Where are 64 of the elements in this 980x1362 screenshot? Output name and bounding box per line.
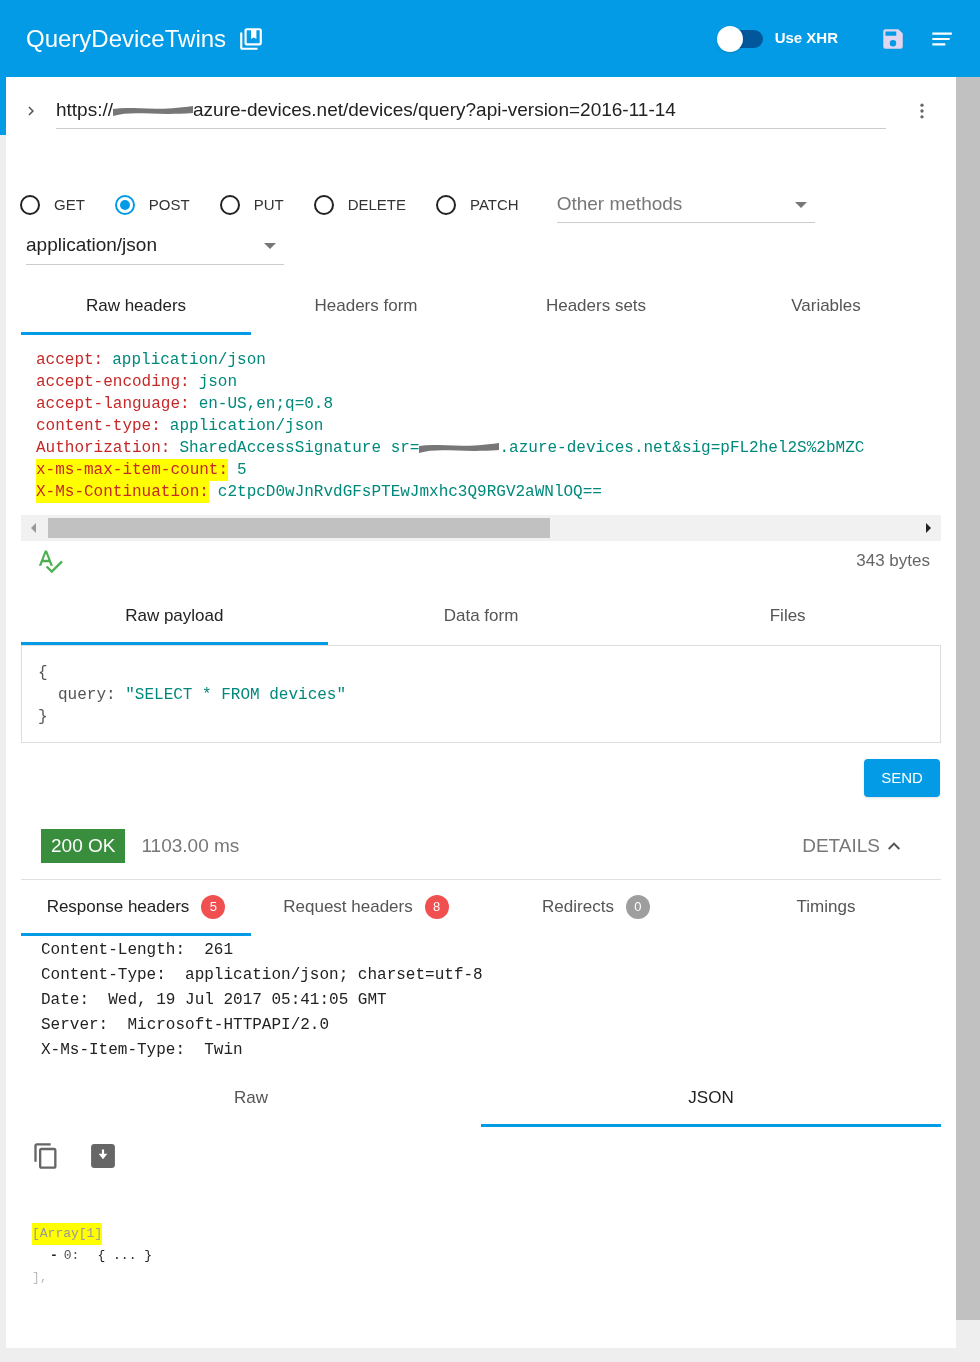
header-name: Authorization: (36, 438, 171, 459)
header-value: application/json (169, 416, 324, 437)
tab[interactable]: Raw (21, 1071, 481, 1127)
tab[interactable]: Raw payload (21, 589, 328, 645)
array-close: ], (32, 1269, 49, 1287)
tab[interactable]: Timings (711, 880, 941, 936)
url-text: azure-devices.net/devices/query?api-version=2016-11-14 (193, 98, 676, 123)
tab[interactable]: Request headers 8 (251, 880, 481, 936)
header-value: .azure-devices.net&sig=pFL2hel2S%2bMZC (499, 438, 865, 459)
header-value: json (198, 372, 238, 393)
header-name: accept: (36, 350, 104, 371)
toggle-label: Use XHR (774, 28, 838, 49)
header-name: content-type: (36, 416, 161, 437)
copy-icon[interactable] (32, 1141, 60, 1171)
method-radio[interactable]: DELETE (313, 193, 407, 217)
details-button[interactable]: DETAILS (802, 831, 900, 861)
header-name: accept-language: (36, 394, 190, 415)
status-badge: 200 OK (41, 829, 126, 863)
response-header-line: Content-Length: 261 (41, 940, 235, 961)
tab[interactable]: Redirects 0 (481, 880, 711, 936)
vertical-scrollbar[interactable] (956, 77, 980, 1320)
response-header-line: Content-Type: application/json; charset=utf-8 (41, 965, 484, 986)
response-header-line: Server: Microsoft-HTTPAPI/2.0 (41, 1015, 331, 1036)
header-value: application/json (112, 350, 266, 371)
tab[interactable]: Raw headers (21, 279, 251, 335)
item-key: 0: (63, 1245, 80, 1267)
library-icon (238, 25, 265, 52)
tab[interactable]: Variables (711, 279, 941, 335)
header-name: accept-encoding: (36, 372, 190, 393)
method-radio[interactable]: PUT (219, 193, 284, 217)
size-label: 343 bytes (856, 550, 930, 573)
array-label: [Array[1] (32, 1223, 103, 1245)
url-text: https:// (56, 98, 114, 123)
count-badge: 5 (201, 894, 226, 919)
download-icon[interactable] (90, 1143, 116, 1169)
chevron-up-icon (888, 842, 900, 850)
tab[interactable]: Response headers 5 (21, 880, 251, 936)
payload-editor[interactable]: { query: "SELECT * FROM devices" } (21, 645, 941, 743)
content-type-dropdown[interactable]: application/json (26, 227, 284, 265)
header-value: c2tpcD0wJnRvdGFsPTEwJmxhc3Q9RGV2aWNlOQ== (217, 482, 602, 503)
response-time: 1103.00 ms (141, 833, 240, 858)
tab[interactable]: JSON (481, 1071, 941, 1127)
response-header-line: X-Ms-Item-Type: Twin (41, 1040, 244, 1061)
horizontal-scrollbar[interactable] (21, 515, 941, 541)
tab[interactable]: Files (634, 589, 941, 645)
header-value: SharedAccessSignature sr= (179, 438, 420, 459)
item-value[interactable]: { ... } (97, 1245, 153, 1267)
tab[interactable]: Headers sets (481, 279, 711, 335)
header-value: 5 (237, 460, 247, 481)
count-badge: 0 (625, 894, 650, 919)
collapse-toggle[interactable]: - (50, 1245, 58, 1267)
header-name: x-ms-max-item-count: (36, 459, 229, 481)
tab[interactable]: Data form (327, 589, 635, 645)
method-radio[interactable]: PATCH (436, 193, 519, 217)
method-radio[interactable]: POST (114, 193, 190, 217)
method-radio[interactable]: GET (20, 193, 85, 217)
header-name: X-Ms-Continuation: (36, 481, 209, 503)
app-title: QueryDeviceTwins (26, 23, 227, 54)
response-header-line: Date: Wed, 19 Jul 2017 05:41:05 GMT (41, 990, 388, 1011)
methods-dropdown[interactable]: Other methods (556, 187, 815, 223)
url-field[interactable]: https:// azure-devices.net/devices/query?api-version=2016-11-14 (56, 93, 886, 129)
header-value: en-US,en;q=0.8 (198, 394, 334, 415)
count-badge: 8 (424, 894, 449, 919)
tab[interactable]: Headers form (251, 279, 481, 335)
